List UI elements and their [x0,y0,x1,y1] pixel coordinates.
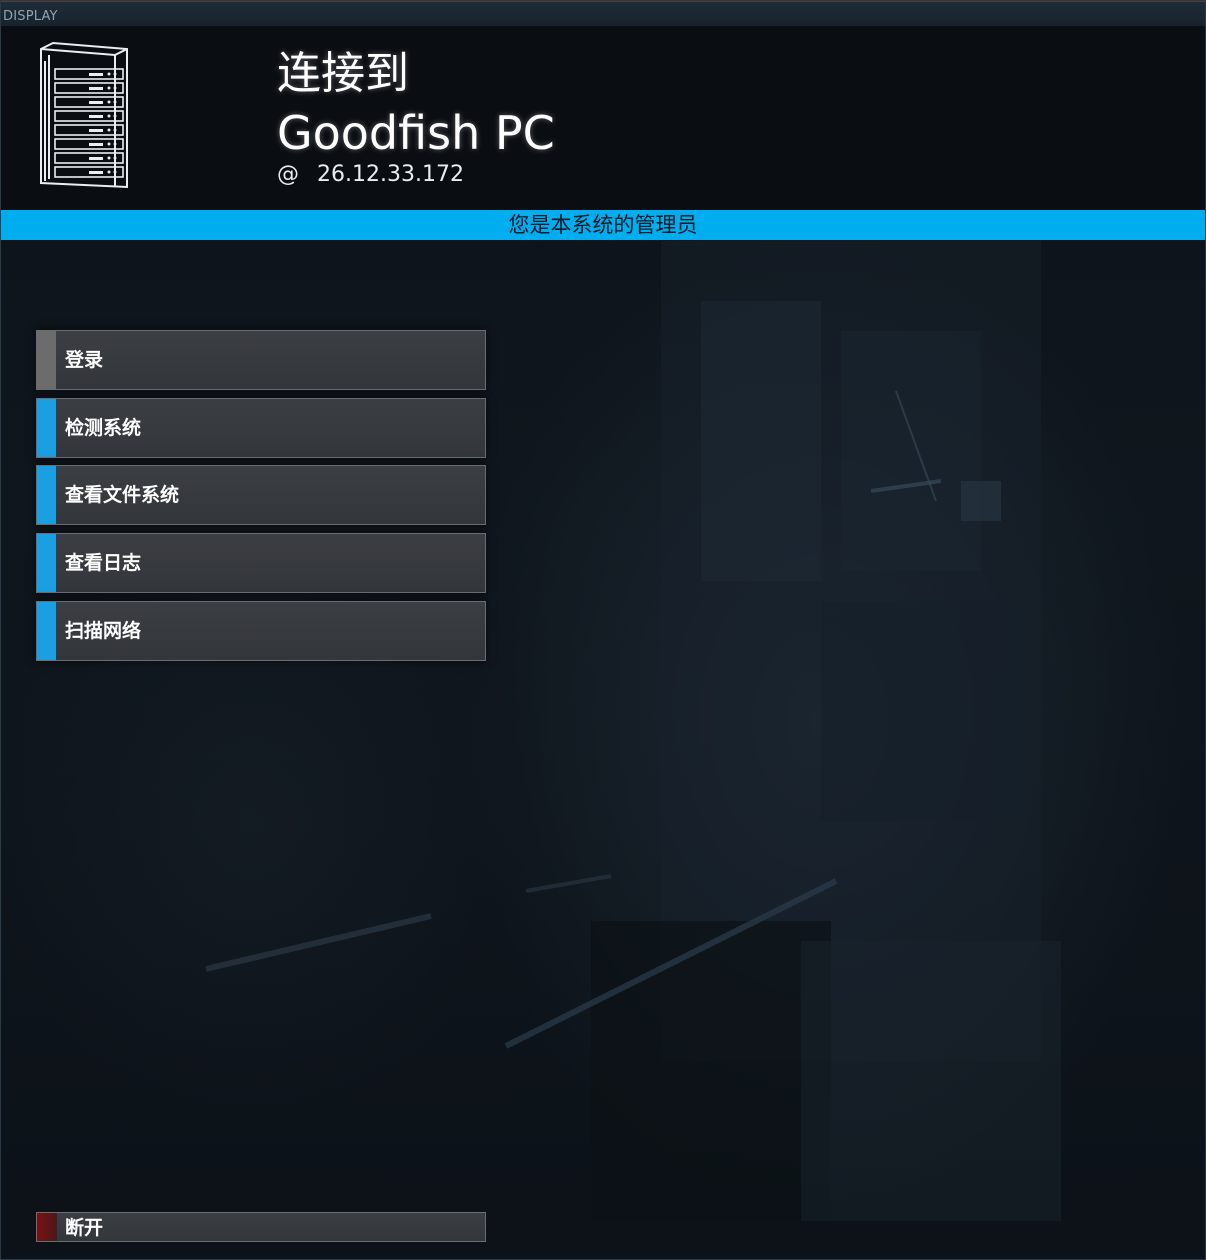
disconnect-button[interactable]: 断开 [36,1212,486,1242]
disconnect-button-label: 断开 [65,1217,104,1239]
button-accent [37,399,56,457]
login-button[interactable]: 登录 [36,330,486,390]
connection-header: 连接到 Goodfish PC @ 26.12.33.172 [1,26,1205,210]
host-name: Goodfish PC [277,106,555,160]
button-accent [37,534,56,592]
window-title: DISPLAY [3,9,58,24]
admin-status-banner: 您是本系统的管理员 [1,210,1205,240]
host-ip-address: 26.12.33.172 [317,162,464,187]
admin-status-text: 您是本系统的管理员 [508,213,698,237]
view-filesystem-button-label: 查看文件系统 [65,484,180,506]
probe-system-button[interactable]: 检测系统 [36,398,486,458]
button-accent [37,1213,57,1241]
game-window: DISPLAY 连接到 Goodfish PC @ 26.12.33.172 您… [0,0,1206,1260]
server-rack-icon [40,41,128,189]
button-accent [37,602,56,660]
scan-network-button[interactable]: 扫描网络 [36,601,486,661]
button-accent [37,466,56,524]
probe-system-button-label: 检测系统 [65,417,142,439]
at-symbol: @ [277,162,299,187]
login-button-label: 登录 [65,349,104,371]
title-bar: DISPLAY [1,1,1205,26]
view-logs-button[interactable]: 查看日志 [36,533,486,593]
view-logs-button-label: 查看日志 [65,552,142,574]
button-accent [37,331,56,389]
connect-to-label: 连接到 [277,48,409,99]
scan-network-button-label: 扫描网络 [65,620,142,642]
view-filesystem-button[interactable]: 查看文件系统 [36,465,486,525]
